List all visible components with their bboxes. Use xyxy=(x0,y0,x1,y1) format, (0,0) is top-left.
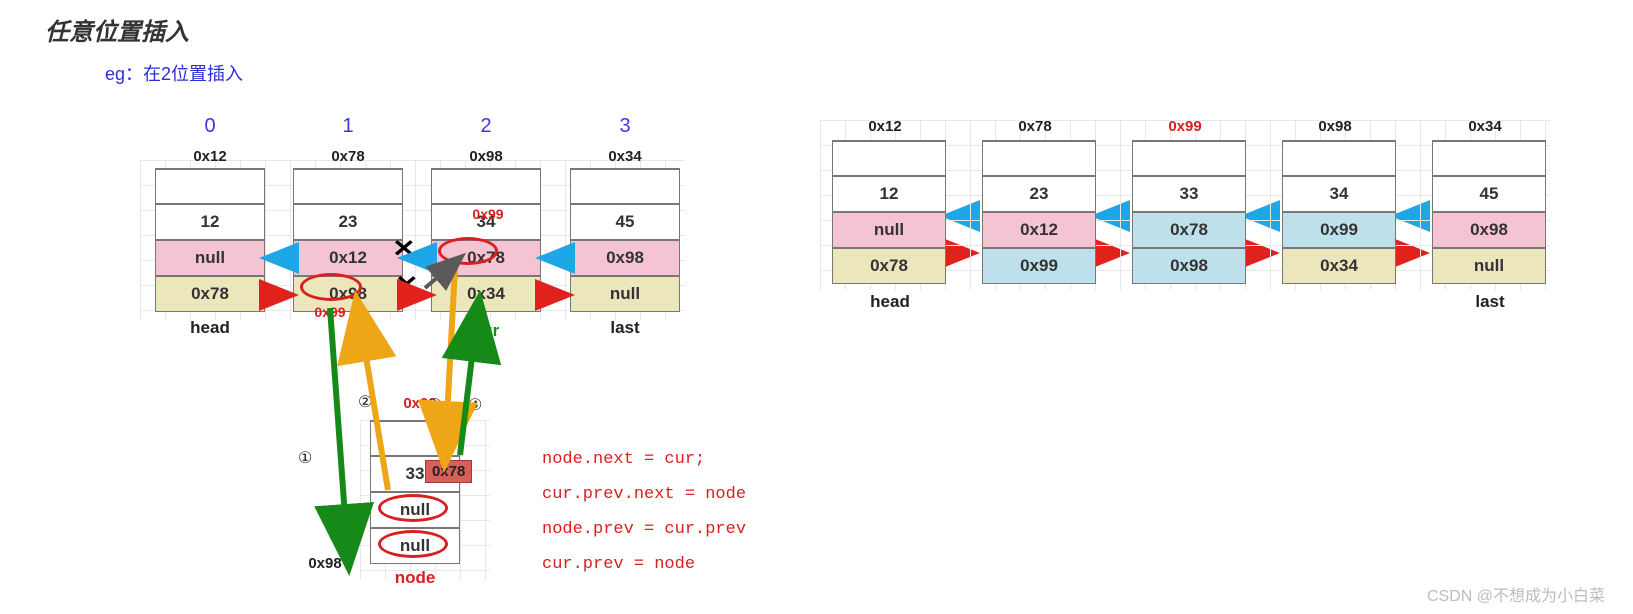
right-head-label: head xyxy=(840,292,940,312)
raddr-1: 0x78 xyxy=(985,118,1085,135)
new-node-prev-tag: 0x78 xyxy=(425,460,472,483)
next-cell: 0x78 xyxy=(155,276,265,312)
raddr-0: 0x12 xyxy=(835,118,935,135)
index-0: 0 xyxy=(170,115,250,138)
x-prev-link-cross: ✕ xyxy=(392,234,415,262)
next-cell: 0x34 xyxy=(1282,248,1396,284)
val-cell: 45 xyxy=(1432,176,1546,212)
next-cell: 0x78 xyxy=(832,248,946,284)
step-1: ① xyxy=(298,448,312,468)
addr-3: 0x34 xyxy=(575,148,675,165)
prev-cell: 0x98 xyxy=(570,240,680,276)
cur-label: cur xyxy=(436,321,536,341)
raddr-2: 0x99 xyxy=(1135,118,1235,135)
code-line-3: node.prev = cur.prev xyxy=(542,520,746,539)
right-node-3: 34 0x99 0x34 xyxy=(1282,140,1396,284)
val-cell: 33 xyxy=(1132,176,1246,212)
val-cell: 23 xyxy=(982,176,1096,212)
prev-cell: 0x99 xyxy=(1282,212,1396,248)
prev-cell: 0x12 xyxy=(293,240,403,276)
blank-cell xyxy=(570,168,680,204)
blank-cell xyxy=(293,168,403,204)
left-node-2: 34 0x78 0x34 xyxy=(431,168,541,312)
blank-cell xyxy=(832,140,946,176)
code-line-4: cur.prev = node xyxy=(542,555,695,574)
addr-0: 0x12 xyxy=(160,148,260,165)
diagram-subtitle: eg：在2位置插入 xyxy=(105,60,243,86)
next-cell: null xyxy=(370,528,460,564)
raddr-4: 0x34 xyxy=(1435,118,1535,135)
right-node-1: 23 0x12 0x99 xyxy=(982,140,1096,284)
blank-cell xyxy=(982,140,1096,176)
diagram-title: 任意位置插入 xyxy=(45,12,189,47)
code-line-2: cur.prev.next = node xyxy=(542,485,746,504)
blank-cell xyxy=(1282,140,1396,176)
blank-cell xyxy=(431,168,541,204)
note-addr-1: 0x99 xyxy=(458,206,518,222)
blank-cell xyxy=(155,168,265,204)
next-cell: null xyxy=(1432,248,1546,284)
prev-cell: null xyxy=(155,240,265,276)
prev-cell: null xyxy=(370,492,460,528)
note-addr-2: 0x99 xyxy=(300,304,360,320)
blank-cell xyxy=(1432,140,1546,176)
new-node-label: node xyxy=(370,568,460,588)
blank-cell xyxy=(370,420,460,456)
val-cell: 23 xyxy=(293,204,403,240)
right-node-4: 45 0x98 null xyxy=(1432,140,1546,284)
head-label: head xyxy=(160,318,260,338)
left-node-1: 23 0x12 0x98 xyxy=(293,168,403,312)
blank-cell xyxy=(1132,140,1246,176)
next-cell: null xyxy=(570,276,680,312)
right-node-2: 33 0x78 0x98 xyxy=(1132,140,1246,284)
val-cell: 12 xyxy=(155,204,265,240)
step-4: ④ xyxy=(468,395,482,415)
val-cell: 45 xyxy=(570,204,680,240)
prev-cell: null xyxy=(832,212,946,248)
addr-2: 0x98 xyxy=(436,148,536,165)
new-node-addr: 0x99 xyxy=(370,395,470,412)
prev-cell: 0x78 xyxy=(431,240,541,276)
next-cell: 0x99 xyxy=(982,248,1096,284)
right-node-0: 12 null 0x78 xyxy=(832,140,946,284)
index-2: 2 xyxy=(446,115,526,138)
val-cell: 34 xyxy=(1282,176,1396,212)
left-node-0: 12 null 0x78 xyxy=(155,168,265,312)
index-3: 3 xyxy=(585,115,665,138)
next-cell: 0x34 xyxy=(431,276,541,312)
new-node: 33 null null xyxy=(370,420,460,564)
index-1: 1 xyxy=(308,115,388,138)
addr-1: 0x78 xyxy=(298,148,398,165)
left-node-3: 45 0x98 null xyxy=(570,168,680,312)
raddr-3: 0x98 xyxy=(1285,118,1385,135)
val-cell: 12 xyxy=(832,176,946,212)
next-cell: 0x98 xyxy=(1132,248,1246,284)
prev-cell: 0x78 xyxy=(1132,212,1246,248)
right-last-label: last xyxy=(1440,292,1540,312)
new-node-side-addr: 0x98 xyxy=(290,555,360,572)
prev-cell: 0x12 xyxy=(982,212,1096,248)
watermark: CSDN @不想成为小白菜 xyxy=(1427,582,1605,606)
code-line-1: node.next = cur; xyxy=(542,450,705,469)
step-3: ③ xyxy=(428,395,442,415)
x-next-link-cross: ✕ xyxy=(395,270,418,298)
prev-cell: 0x98 xyxy=(1432,212,1546,248)
step-2: ② xyxy=(358,392,372,412)
last-label: last xyxy=(575,318,675,338)
